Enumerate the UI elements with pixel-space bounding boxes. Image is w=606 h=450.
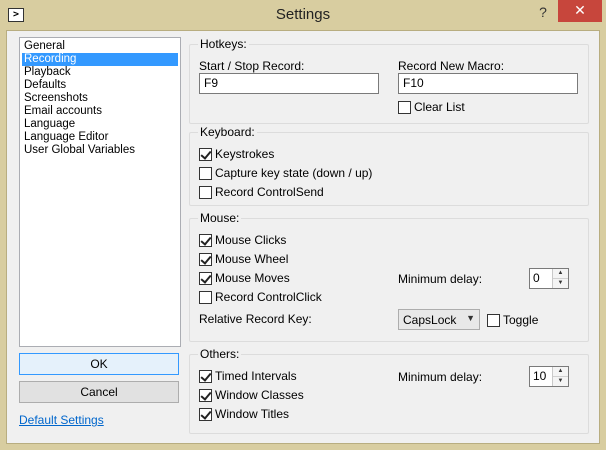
timed-intervals-label: Timed Intervals xyxy=(215,369,297,383)
capture-key-state-checkbox[interactable]: Capture key state (down / up) xyxy=(199,166,372,180)
mouse-moves-checkbox[interactable]: Mouse Moves xyxy=(199,271,290,285)
spin-up-icon[interactable]: ▲ xyxy=(553,367,568,377)
mouse-clicks-checkbox[interactable]: Mouse Clicks xyxy=(199,233,286,247)
record-controlsend-checkbox[interactable]: Record ControlSend xyxy=(199,185,324,199)
clear-list-box[interactable] xyxy=(398,100,411,114)
keystrokes-box[interactable] xyxy=(199,147,212,161)
others-min-delay-label: Minimum delay: xyxy=(398,370,483,384)
toggle-label: Toggle xyxy=(503,313,539,327)
mouse-min-delay-value[interactable]: 0 xyxy=(533,271,540,285)
keystrokes-label: Keystrokes xyxy=(215,147,275,161)
window-titles-box[interactable] xyxy=(199,407,212,421)
title-bar[interactable]: > Settings ? ✕ xyxy=(0,0,606,30)
nav-item-playback[interactable]: Playback xyxy=(22,66,178,79)
default-settings-link[interactable]: Default Settings xyxy=(19,413,104,427)
spin-down-icon[interactable]: ▼ xyxy=(553,279,568,289)
nav-item-language[interactable]: Language xyxy=(22,118,178,131)
others-min-delay-spinner[interactable]: 10 ▲ ▼ xyxy=(529,366,569,387)
mouse-group: Mouse: Mouse Clicks Mouse Wheel Mouse Mo… xyxy=(189,211,589,342)
mouse-moves-box[interactable] xyxy=(199,271,212,285)
keyboard-group: Keyboard: Keystrokes Capture key state (… xyxy=(189,125,589,206)
mouse-moves-label: Mouse Moves xyxy=(215,271,290,285)
capture-key-state-label: Capture key state (down / up) xyxy=(215,166,373,180)
nav-item-recording[interactable]: Recording xyxy=(22,53,178,66)
cancel-button[interactable]: Cancel xyxy=(19,381,179,403)
window-title: Settings xyxy=(275,6,331,23)
mouse-wheel-checkbox[interactable]: Mouse Wheel xyxy=(199,252,288,266)
others-min-delay-arrows[interactable]: ▲ ▼ xyxy=(552,367,568,386)
relative-record-key-select[interactable]: CapsLock ▼ xyxy=(398,309,480,330)
capture-key-state-box[interactable] xyxy=(199,166,212,180)
mouse-min-delay-arrows[interactable]: ▲ ▼ xyxy=(552,269,568,288)
close-button[interactable]: ✕ xyxy=(558,0,602,22)
nav-item-user-global-variables[interactable]: User Global Variables xyxy=(22,144,178,157)
nav-item-general[interactable]: General xyxy=(22,40,178,53)
window-classes-label: Window Classes xyxy=(215,388,304,402)
record-controlclick-checkbox[interactable]: Record ControlClick xyxy=(199,290,322,304)
nav-item-email-accounts[interactable]: Email accounts xyxy=(22,105,178,118)
hotkeys-group: Hotkeys: Start / Stop Record: F9 Record … xyxy=(189,37,589,124)
timed-intervals-box[interactable] xyxy=(199,369,212,383)
record-controlclick-box[interactable] xyxy=(199,290,212,304)
window-titles-checkbox[interactable]: Window Titles xyxy=(199,407,289,421)
dialog-body: General Recording Playback Defaults Scre… xyxy=(6,30,600,444)
mouse-title: Mouse: xyxy=(198,211,242,225)
timed-intervals-checkbox[interactable]: Timed Intervals xyxy=(199,369,297,383)
toggle-checkbox[interactable]: Toggle xyxy=(487,313,538,327)
start-stop-record-label: Start / Stop Record: xyxy=(199,59,305,73)
window-titles-label: Window Titles xyxy=(215,407,290,421)
ok-button[interactable]: OK xyxy=(19,353,179,375)
others-group: Others: Timed Intervals Window Classes W… xyxy=(189,347,589,434)
toggle-box[interactable] xyxy=(487,313,500,327)
others-title: Others: xyxy=(198,347,242,361)
relative-record-key-value: CapsLock xyxy=(403,313,457,327)
hotkeys-title: Hotkeys: xyxy=(198,37,249,51)
record-controlsend-label: Record ControlSend xyxy=(215,185,324,199)
settings-window: > Settings ? ✕ General Recording Playbac… xyxy=(0,0,606,450)
record-new-macro-input[interactable]: F10 xyxy=(398,73,578,94)
help-button[interactable]: ? xyxy=(536,4,550,22)
mouse-wheel-box[interactable] xyxy=(199,252,212,266)
nav-item-defaults[interactable]: Defaults xyxy=(22,79,178,92)
window-classes-checkbox[interactable]: Window Classes xyxy=(199,388,304,402)
others-min-delay-value[interactable]: 10 xyxy=(533,369,546,383)
mouse-clicks-box[interactable] xyxy=(199,233,212,247)
nav-item-language-editor[interactable]: Language Editor xyxy=(22,131,178,144)
spin-down-icon[interactable]: ▼ xyxy=(553,377,568,387)
record-controlsend-box[interactable] xyxy=(199,185,212,199)
relative-record-key-label: Relative Record Key: xyxy=(199,312,312,326)
keyboard-title: Keyboard: xyxy=(198,125,257,139)
close-icon: ✕ xyxy=(574,2,586,18)
mouse-min-delay-spinner[interactable]: 0 ▲ ▼ xyxy=(529,268,569,289)
record-controlclick-label: Record ControlClick xyxy=(215,290,322,304)
clear-list-checkbox[interactable]: Clear List xyxy=(398,100,465,114)
settings-category-list[interactable]: General Recording Playback Defaults Scre… xyxy=(19,37,181,347)
mouse-wheel-label: Mouse Wheel xyxy=(215,252,289,266)
spin-up-icon[interactable]: ▲ xyxy=(553,269,568,279)
record-new-macro-label: Record New Macro: xyxy=(398,59,505,73)
keystrokes-checkbox[interactable]: Keystrokes xyxy=(199,147,274,161)
clear-list-label: Clear List xyxy=(414,100,465,114)
mouse-min-delay-label: Minimum delay: xyxy=(398,272,483,286)
mouse-clicks-label: Mouse Clicks xyxy=(215,233,287,247)
start-stop-record-input[interactable]: F9 xyxy=(199,73,379,94)
window-classes-box[interactable] xyxy=(199,388,212,402)
nav-item-screenshots[interactable]: Screenshots xyxy=(22,92,178,105)
chevron-down-icon: ▼ xyxy=(466,313,475,323)
